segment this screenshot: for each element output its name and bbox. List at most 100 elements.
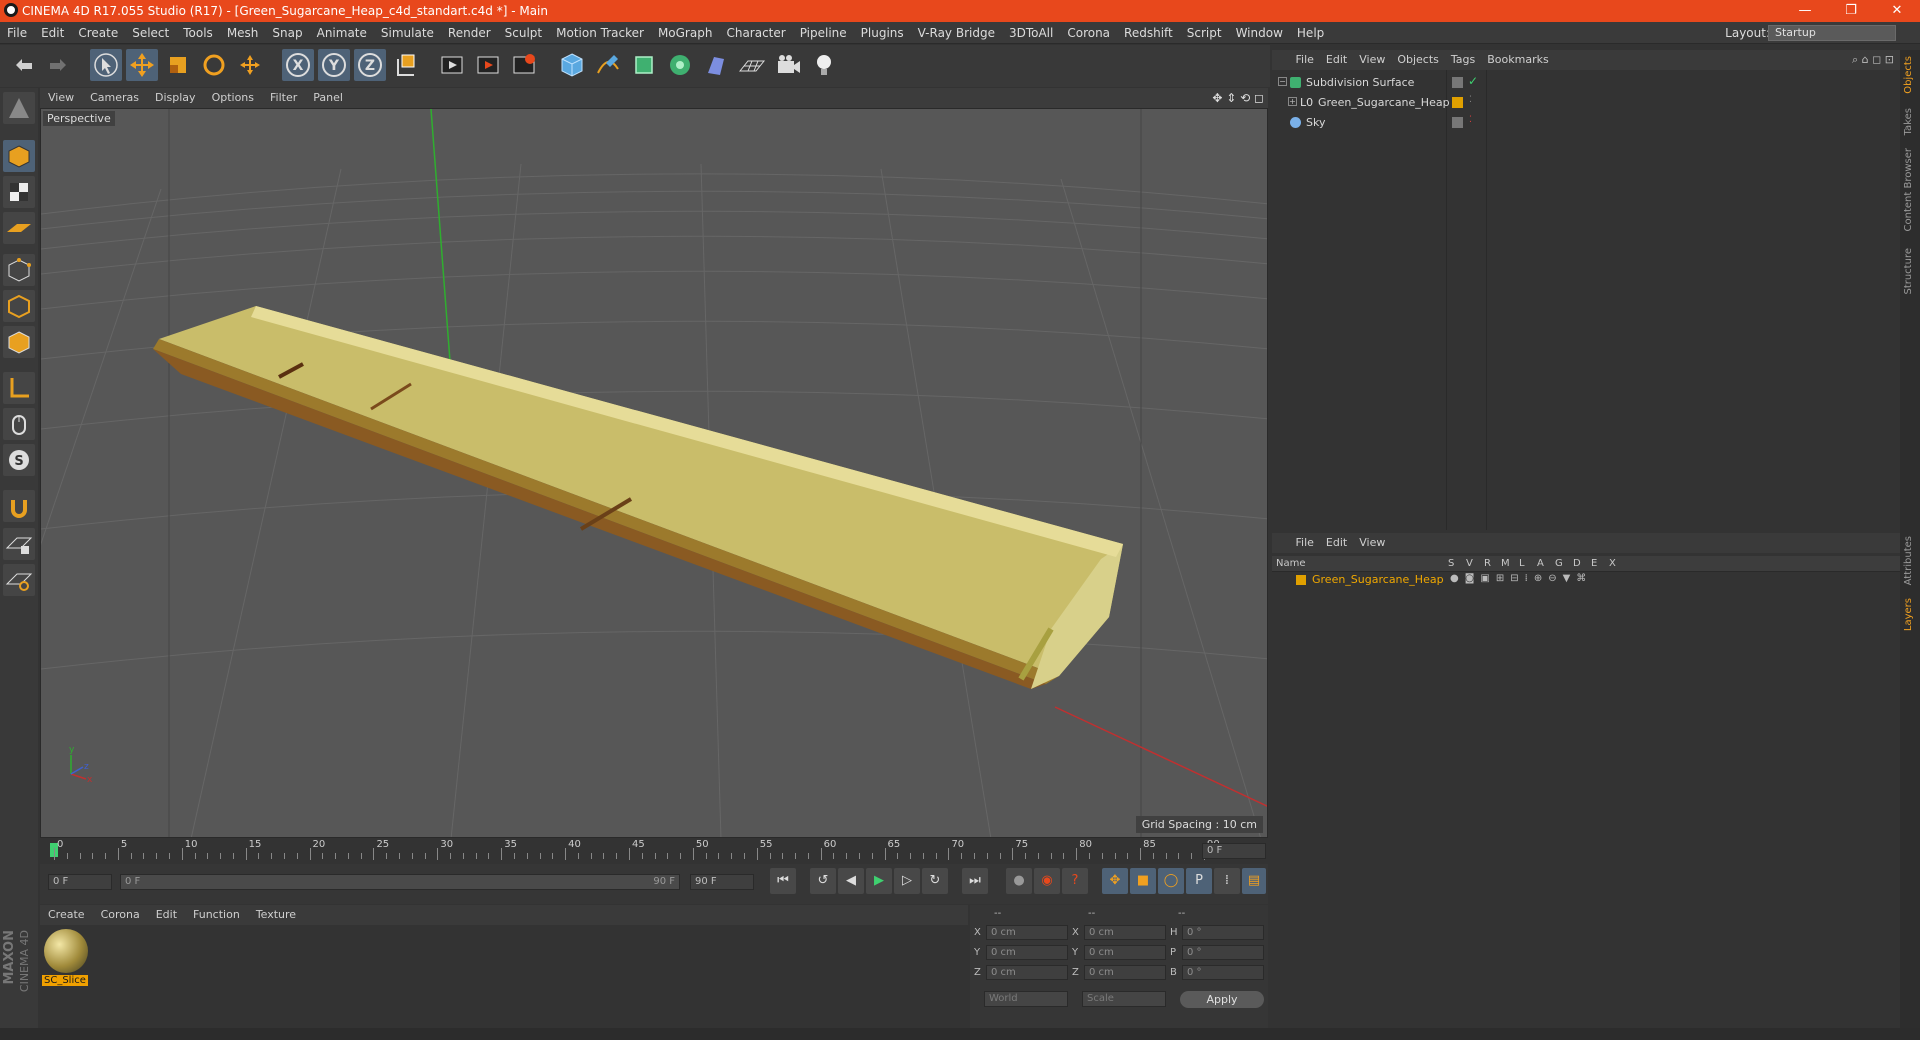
position-z-field[interactable]: 0 cm	[986, 965, 1068, 980]
layout-select[interactable]: Startup	[1768, 25, 1896, 41]
editor-visibility-icon[interactable]	[1452, 77, 1463, 88]
layer-color-icon[interactable]	[1452, 97, 1463, 108]
menu-help[interactable]: Help	[1290, 22, 1331, 44]
polygons-mode-icon[interactable]	[3, 326, 35, 358]
object-menu-edit[interactable]: Edit	[1320, 50, 1353, 70]
minimize-button[interactable]: —	[1782, 0, 1828, 22]
auto-key-icon[interactable]: ◉	[1034, 868, 1060, 894]
prev-key-icon[interactable]: ↺	[810, 868, 836, 894]
rotation-p-field[interactable]: 0 °	[1182, 945, 1264, 960]
object-manager-nav-icons[interactable]: ⌕ ⌂ ◻ ⊡	[1852, 53, 1894, 67]
frame-range-slider[interactable]: 0 F 90 F	[120, 874, 680, 890]
menu-mesh[interactable]: Mesh	[220, 22, 266, 44]
object-row-green-sugarcane-heap[interactable]: + L0 Green_Sugarcane_Heap ⁚	[1272, 93, 1900, 113]
menu-render[interactable]: Render	[441, 22, 498, 44]
rotate-tool-icon[interactable]	[198, 49, 230, 81]
workplane-mode-icon[interactable]	[3, 212, 35, 244]
menu-create[interactable]: Create	[71, 22, 125, 44]
x-axis-lock-icon[interactable]: X	[282, 49, 314, 81]
viewport-nav-icons[interactable]: ✥ ⇕ ⟲ ◻	[1212, 91, 1264, 105]
visibility-dots-icon[interactable]: ⁚	[1469, 115, 1472, 125]
menu-3dtoall[interactable]: 3DToAll	[1002, 22, 1060, 44]
menu-tools[interactable]: Tools	[176, 22, 220, 44]
collapse-icon[interactable]: −	[1278, 77, 1287, 86]
menu-sculpt[interactable]: Sculpt	[498, 22, 549, 44]
key-rotation-icon[interactable]: ◯	[1158, 868, 1184, 894]
workplane-lock-icon[interactable]	[3, 528, 35, 560]
planar-workplane-icon[interactable]	[3, 564, 35, 596]
rotation-b-field[interactable]: 0 °	[1182, 965, 1264, 980]
edges-mode-icon[interactable]	[3, 290, 35, 322]
layer-row[interactable]: Green_Sugarcane_Heap ●◙▣⊞⊟⁞⊕⊖▼⌘	[1272, 572, 1900, 588]
object-menu-bookmarks[interactable]: Bookmarks	[1481, 50, 1554, 70]
size-x-field[interactable]: 0 cm	[1084, 925, 1166, 940]
size-mode-select[interactable]: Scale	[1082, 991, 1166, 1007]
viewport-perspective[interactable]: y x z Perspective Grid Spacing : 10 cm	[40, 108, 1268, 838]
floor-scene-icon[interactable]	[736, 49, 768, 81]
end-frame-field[interactable]: 90 F	[690, 874, 754, 890]
layer-menu-edit[interactable]: Edit	[1320, 533, 1353, 553]
z-axis-lock-icon[interactable]: Z	[354, 49, 386, 81]
visibility-dots-icon[interactable]: ⁚	[1469, 95, 1472, 105]
key-scale-icon[interactable]: ■	[1130, 868, 1156, 894]
object-row-sky[interactable]: Sky ⁚	[1272, 113, 1900, 133]
pen-spline-icon[interactable]	[592, 49, 624, 81]
menu-plugins[interactable]: Plugins	[854, 22, 911, 44]
size-y-field[interactable]: 0 cm	[1084, 945, 1166, 960]
viewport-menu-options[interactable]: Options	[204, 88, 262, 108]
menu-animate[interactable]: Animate	[310, 22, 374, 44]
object-menu-view[interactable]: View	[1353, 50, 1391, 70]
go-to-start-icon[interactable]: ⏮	[770, 868, 796, 894]
y-axis-lock-icon[interactable]: Y	[318, 49, 350, 81]
render-to-picture-viewer-icon[interactable]	[472, 49, 504, 81]
camera-icon[interactable]	[772, 49, 804, 81]
recent-tools-icon[interactable]	[234, 49, 266, 81]
side-tab-attributes[interactable]: Attributes	[1903, 536, 1914, 585]
position-y-field[interactable]: 0 cm	[986, 945, 1068, 960]
material-menu-function[interactable]: Function	[185, 905, 248, 925]
key-parameter-icon[interactable]: P	[1186, 868, 1212, 894]
material-menu-create[interactable]: Create	[40, 905, 93, 925]
light-icon[interactable]	[808, 49, 840, 81]
points-mode-icon[interactable]	[3, 254, 35, 286]
coordinate-system-icon[interactable]	[390, 49, 422, 81]
menu-script[interactable]: Script	[1180, 22, 1229, 44]
key-pla-icon[interactable]: ⁞	[1214, 868, 1240, 894]
side-tab-objects[interactable]: Objects	[1903, 56, 1914, 94]
make-editable-icon[interactable]	[3, 92, 35, 124]
enabled-check-icon[interactable]: ✓	[1468, 74, 1478, 88]
menu-corona[interactable]: Corona	[1060, 22, 1117, 44]
coord-system-select[interactable]: World	[984, 991, 1068, 1007]
live-selection-icon[interactable]	[90, 49, 122, 81]
menu-mograph[interactable]: MoGraph	[651, 22, 720, 44]
viewport-menu-display[interactable]: Display	[147, 88, 204, 108]
start-frame-field[interactable]: 0 F	[48, 874, 112, 890]
side-tab-layers[interactable]: Layers	[1903, 598, 1914, 631]
material-menu-edit[interactable]: Edit	[148, 905, 185, 925]
side-tab-structure[interactable]: Structure	[1903, 248, 1914, 295]
array-cloner-icon[interactable]	[664, 49, 696, 81]
menu-edit[interactable]: Edit	[34, 22, 71, 44]
viewport-menu-panel[interactable]: Panel	[305, 88, 351, 108]
layer-menu-view[interactable]: View	[1353, 533, 1391, 553]
play-icon[interactable]: ▶	[866, 868, 892, 894]
layer-flag-icons[interactable]: ●◙▣⊞⊟⁞⊕⊖▼⌘	[1450, 573, 1592, 584]
apply-button[interactable]: Apply	[1180, 991, 1264, 1008]
side-tab-takes[interactable]: Takes	[1903, 108, 1914, 135]
render-view-icon[interactable]	[436, 49, 468, 81]
position-x-field[interactable]: 0 cm	[986, 925, 1068, 940]
layer-color-swatch[interactable]	[1296, 575, 1306, 585]
next-frame-icon[interactable]: ▷	[894, 868, 920, 894]
render-settings-icon[interactable]	[508, 49, 540, 81]
texture-mode-icon[interactable]	[3, 176, 35, 208]
object-menu-file[interactable]: File	[1290, 50, 1320, 70]
timeline-ruler[interactable]: 051015202530354045505560657075808590 0 F	[40, 839, 1268, 862]
menu-window[interactable]: Window	[1229, 22, 1290, 44]
cube-object-icon[interactable]	[556, 49, 588, 81]
record-keys-icon[interactable]: ●	[1006, 868, 1032, 894]
next-key-icon[interactable]: ↻	[922, 868, 948, 894]
menu-character[interactable]: Character	[719, 22, 792, 44]
subdivision-surface-icon[interactable]	[628, 49, 660, 81]
close-button[interactable]: ✕	[1874, 0, 1920, 22]
prev-frame-icon[interactable]: ◀	[838, 868, 864, 894]
